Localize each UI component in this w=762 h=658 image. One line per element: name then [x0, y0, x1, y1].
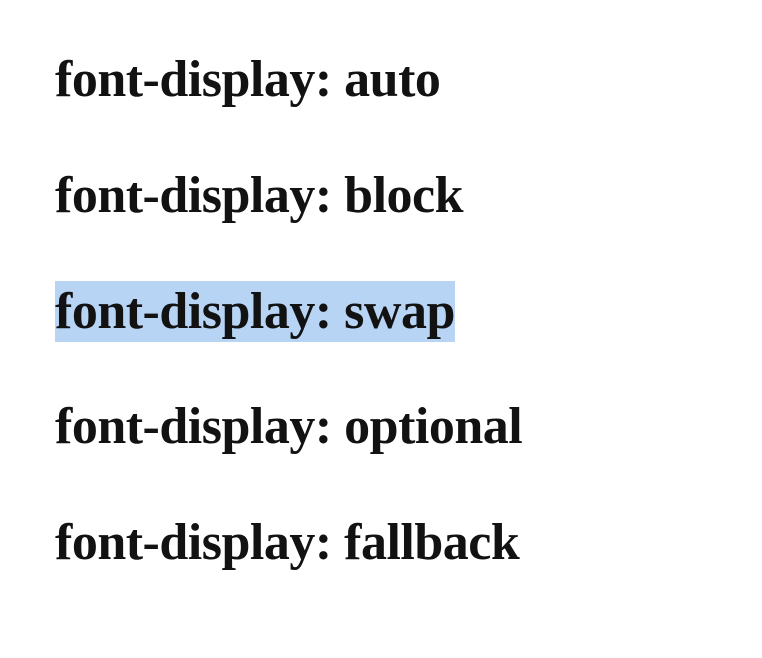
property-text: font-display: block — [55, 167, 463, 224]
list-item: font-display: fallback — [55, 513, 707, 573]
list-item: font-display: auto — [55, 50, 707, 110]
property-text: font-display: optional — [55, 398, 522, 455]
property-text: font-display: auto — [55, 51, 440, 108]
list-item: font-display: swap — [55, 282, 707, 342]
property-text: font-display: fallback — [55, 514, 519, 571]
property-text-highlighted: font-display: swap — [55, 281, 455, 342]
css-property-list: font-display: auto font-display: block f… — [55, 50, 707, 573]
list-item: font-display: optional — [55, 397, 707, 457]
list-item: font-display: block — [55, 166, 707, 226]
